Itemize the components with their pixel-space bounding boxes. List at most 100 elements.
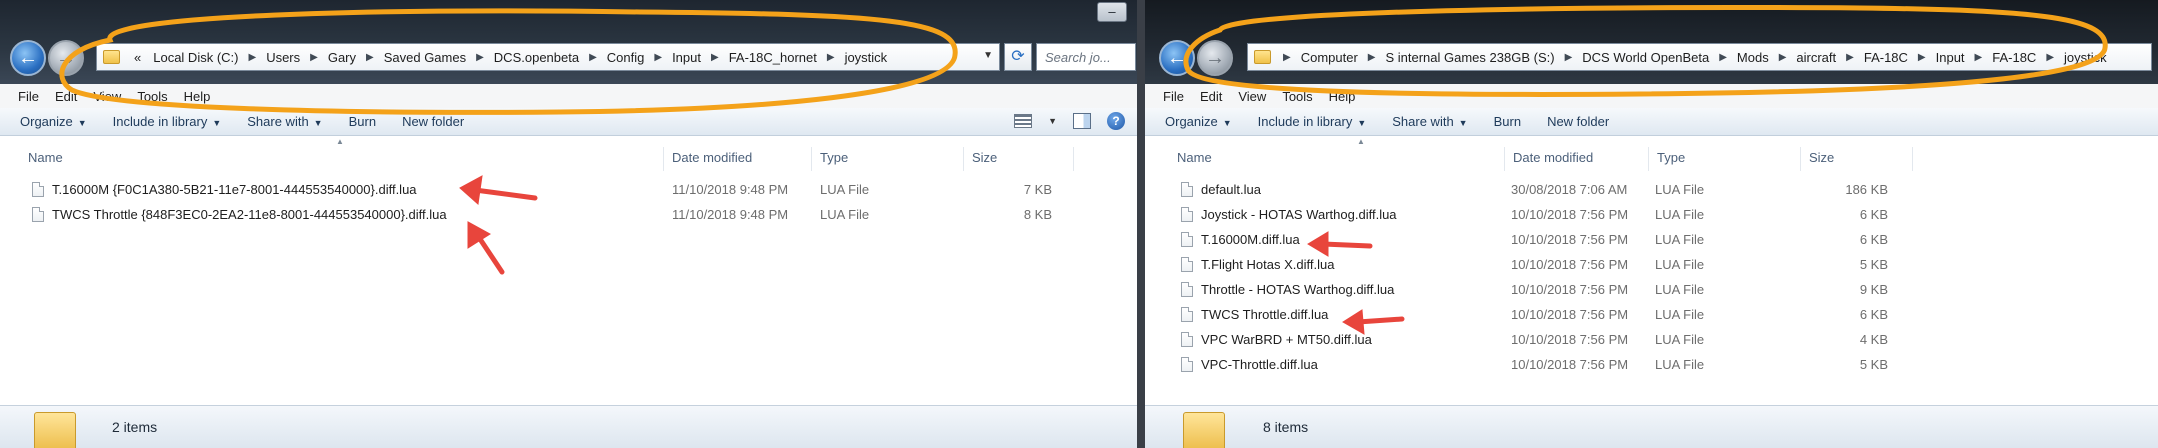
file-row[interactable]: Joystick - HOTAS Warthog.diff.lua 10/10/2… (1145, 202, 2158, 227)
menu-view[interactable]: View (1230, 89, 1274, 104)
file-row[interactable]: T.16000M.diff.lua 10/10/2018 7:56 PM LUA F… (1145, 227, 2158, 252)
address-bar[interactable]: ▶ Computer ▶ S internal Games 238GB (S:) ▶… (1247, 43, 2152, 71)
share-with-button[interactable]: Share with ▼ (1392, 114, 1467, 129)
share-with-button[interactable]: Share with ▼ (247, 114, 322, 129)
column-date-modified[interactable]: Date modified (1505, 147, 1649, 171)
address-bar[interactable]: « Local Disk (C:) ▶ Users ▶ Gary ▶ Saved Ga… (96, 43, 1000, 71)
breadcrumb-item[interactable]: Config (601, 50, 651, 65)
lua-file-icon (1181, 182, 1193, 197)
column-type[interactable]: Type (1649, 147, 1801, 171)
breadcrumb-item[interactable]: Input (666, 50, 707, 65)
caret-down-icon[interactable]: ▼ (1048, 116, 1057, 126)
help-icon[interactable]: ? (1107, 112, 1125, 130)
chevron-right-icon[interactable]: ▶ (1914, 52, 1930, 63)
caret-down-icon: ▼ (1357, 118, 1367, 128)
caret-down-icon: ▼ (212, 118, 222, 128)
column-size[interactable]: Size (964, 147, 1074, 171)
breadcrumb-item[interactable]: FA-18C_hornet (723, 50, 823, 65)
column-name[interactable]: Name (1169, 147, 1505, 171)
breadcrumb-item[interactable]: S internal Games 238GB (S:) (1379, 50, 1560, 65)
include-in-library-button[interactable]: Include in library ▼ (113, 114, 222, 129)
right-explorer-window: ← → ▶ Computer ▶ S internal Games 238GB (… (1145, 0, 2158, 448)
menu-help[interactable]: Help (176, 89, 219, 104)
column-date-modified[interactable]: Date modified (664, 147, 812, 171)
change-view-icon[interactable] (1014, 114, 1033, 128)
file-row[interactable]: VPC-Throttle.diff.lua 10/10/2018 7:56 PM L… (1145, 352, 2158, 377)
chevron-right-icon[interactable]: ▶ (244, 52, 260, 63)
chevron-right-icon[interactable]: ▶ (707, 52, 723, 63)
breadcrumb-item[interactable]: aircraft (1790, 50, 1842, 65)
include-in-library-button[interactable]: Include in library ▼ (1258, 114, 1367, 129)
chevron-right-icon[interactable]: ▶ (1842, 52, 1858, 63)
breadcrumb-item[interactable]: Local Disk (C:) (147, 50, 244, 65)
chevron-right-icon[interactable]: ▶ (1364, 52, 1380, 63)
forward-arrow-icon[interactable]: → (1197, 40, 1233, 76)
breadcrumb-item[interactable]: joystick (839, 50, 894, 65)
breadcrumb-item[interactable]: FA-18C (1858, 50, 1914, 65)
chevron-right-icon[interactable]: ▶ (1775, 52, 1791, 63)
chevron-right-icon[interactable]: ▶ (823, 52, 839, 63)
file-row[interactable]: TWCS Throttle {848F3EC0-2EA2-11e8-8001-4… (0, 202, 1137, 227)
file-row[interactable]: default.lua 30/08/2018 7:06 AM LUA File 186… (1145, 177, 2158, 202)
file-row[interactable]: T.Flight Hotas X.diff.lua 10/10/2018 7:56… (1145, 252, 2158, 277)
new-folder-button[interactable]: New folder (1547, 114, 1609, 129)
breadcrumb-item[interactable]: Mods (1731, 50, 1775, 65)
menu-help[interactable]: Help (1321, 89, 1364, 104)
file-name-cell: Joystick - HOTAS Warthog.diff.lua (1181, 202, 1397, 227)
chevron-right-icon[interactable]: ▶ (362, 52, 378, 63)
chevron-right-icon[interactable]: ▶ (585, 52, 601, 63)
file-size: 5 KB (1859, 257, 1888, 272)
file-type: LUA File (1655, 257, 1705, 272)
file-type: LUA File (1655, 182, 1705, 197)
column-type[interactable]: Type (812, 147, 964, 171)
file-row[interactable]: Throttle - HOTAS Warthog.diff.lua 10/10/2… (1145, 277, 2158, 302)
breadcrumb-item[interactable]: Gary (322, 50, 362, 65)
chevron-right-icon[interactable]: ▶ (2042, 52, 2058, 63)
organize-button[interactable]: Organize ▼ (20, 114, 87, 129)
breadcrumb-item[interactable]: DCS.openbeta (488, 50, 585, 65)
menu-edit[interactable]: Edit (1192, 89, 1230, 104)
organize-button[interactable]: Organize ▼ (1165, 114, 1232, 129)
file-row[interactable]: VPC WarBRD + MT50.diff.lua 10/10/2018 7:5… (1145, 327, 2158, 352)
breadcrumb-item[interactable]: Saved Games (378, 50, 472, 65)
menu-view[interactable]: View (85, 89, 129, 104)
new-folder-button[interactable]: New folder (402, 114, 464, 129)
burn-button[interactable]: Burn (1494, 114, 1521, 129)
column-headers: ▲ Name Date modified Type Size (1145, 137, 2158, 177)
chevron-right-icon[interactable]: ▶ (1971, 52, 1987, 63)
breadcrumb-overflow[interactable]: « (128, 50, 147, 65)
chevron-right-icon[interactable]: ▶ (1279, 52, 1295, 63)
chevron-right-icon[interactable]: ▶ (306, 52, 322, 63)
breadcrumb-item[interactable]: FA-18C (1986, 50, 2042, 65)
chevron-right-icon[interactable]: ▶ (1715, 52, 1731, 63)
burn-button[interactable]: Burn (349, 114, 376, 129)
menu-edit[interactable]: Edit (47, 89, 85, 104)
lua-file-icon (1181, 232, 1193, 247)
file-name-cell: TWCS Throttle {848F3EC0-2EA2-11e8-8001-4… (32, 202, 447, 227)
refresh-icon[interactable]: ⟳ (1004, 43, 1032, 71)
forward-arrow-icon[interactable]: → (48, 40, 84, 76)
breadcrumb-item[interactable]: Users (260, 50, 306, 65)
search-input[interactable]: Search jo... (1036, 43, 1136, 71)
breadcrumb-item[interactable]: DCS World OpenBeta (1576, 50, 1715, 65)
menu-file[interactable]: File (1155, 89, 1192, 104)
chevron-right-icon[interactable]: ▶ (472, 52, 488, 63)
preview-pane-icon[interactable] (1073, 113, 1091, 129)
breadcrumb-item[interactable]: Input (1930, 50, 1971, 65)
column-name[interactable]: Name (20, 147, 664, 171)
menu-tools[interactable]: Tools (1274, 89, 1320, 104)
breadcrumb-item[interactable]: joystick (2058, 50, 2113, 65)
chevron-right-icon[interactable]: ▶ (650, 52, 666, 63)
breadcrumb-item[interactable]: Computer (1295, 50, 1364, 65)
back-arrow-icon[interactable]: ← (1159, 40, 1195, 76)
menu-tools[interactable]: Tools (129, 89, 175, 104)
file-row[interactable]: T.16000M {F0C1A380-5B21-11e7-8001-444553… (0, 177, 1137, 202)
file-row[interactable]: TWCS Throttle.diff.lua 10/10/2018 7:56 PM… (1145, 302, 2158, 327)
column-size[interactable]: Size (1801, 147, 1913, 171)
minimize-icon[interactable]: – (1097, 2, 1127, 22)
back-arrow-icon[interactable]: ← (10, 40, 46, 76)
chevron-right-icon[interactable]: ▶ (1561, 52, 1577, 63)
chevron-down-icon[interactable]: ▼ (983, 50, 993, 61)
menu-file[interactable]: File (10, 89, 47, 104)
caret-down-icon: ▼ (1222, 118, 1232, 128)
